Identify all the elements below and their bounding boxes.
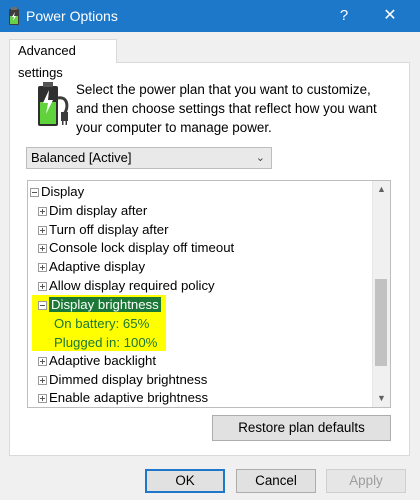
vertical-scrollbar[interactable]: ▲ ▼ <box>372 181 390 407</box>
expand-icon[interactable] <box>38 244 47 254</box>
expand-icon[interactable] <box>38 282 47 292</box>
setting-on-battery[interactable]: On battery: 65% <box>54 314 149 333</box>
setting-plugged-in[interactable]: Plugged in: 100% <box>54 333 157 352</box>
help-button[interactable]: ? <box>326 0 362 32</box>
expand-icon[interactable] <box>38 357 47 367</box>
expand-icon[interactable] <box>38 376 47 386</box>
expand-icon[interactable] <box>38 394 47 404</box>
tree-item-display[interactable]: Display <box>30 182 84 201</box>
power-plan-select-value: Balanced [Active] <box>31 150 132 165</box>
expand-icon[interactable] <box>38 263 47 273</box>
settings-tree[interactable]: Display Dim display after Turn off displ… <box>27 180 391 408</box>
scroll-up-icon[interactable]: ▲ <box>373 181 390 198</box>
power-plan-select[interactable]: Balanced [Active] ⌄ <box>26 147 272 169</box>
tree-item-allow-display-required-policy[interactable]: Allow display required policy <box>38 276 215 295</box>
battery-plug-icon <box>38 82 69 126</box>
title-bar: Power Options ? ✕ <box>0 0 420 32</box>
tree-item-display-brightness[interactable]: Display brightness <box>38 295 161 314</box>
restore-plan-defaults-button[interactable]: Restore plan defaults <box>212 415 391 441</box>
tree-item-dimmed-display-brightness[interactable]: Dimmed display brightness <box>38 370 207 389</box>
cancel-button[interactable]: Cancel <box>236 469 316 493</box>
tree-item-adaptive-backlight[interactable]: Adaptive backlight <box>38 351 156 370</box>
tree-item-console-lock-timeout[interactable]: Console lock display off timeout <box>38 238 234 257</box>
window-title: Power Options <box>26 8 118 24</box>
scroll-down-icon[interactable]: ▼ <box>373 390 390 407</box>
power-options-icon <box>9 7 19 25</box>
apply-button[interactable]: Apply <box>326 469 406 493</box>
collapse-icon[interactable] <box>38 301 47 311</box>
expand-icon[interactable] <box>38 226 47 236</box>
tree-item-adaptive-display[interactable]: Adaptive display <box>38 257 145 276</box>
tree-item-turn-off-display-after[interactable]: Turn off display after <box>38 220 168 239</box>
tree-item-dim-display-after[interactable]: Dim display after <box>38 201 147 220</box>
ok-button[interactable]: OK <box>145 469 225 493</box>
tab-advanced-settings[interactable]: Advanced settings <box>9 39 117 80</box>
chevron-down-icon: ⌄ <box>255 152 265 164</box>
intro-text: Select the power plan that you want to c… <box>76 82 377 135</box>
tree-item-enable-adaptive-brightness[interactable]: Enable adaptive brightness <box>38 388 208 407</box>
close-button[interactable]: ✕ <box>372 0 408 32</box>
scroll-thumb[interactable] <box>375 279 387 366</box>
collapse-icon[interactable] <box>30 188 39 198</box>
expand-icon[interactable] <box>38 207 47 217</box>
